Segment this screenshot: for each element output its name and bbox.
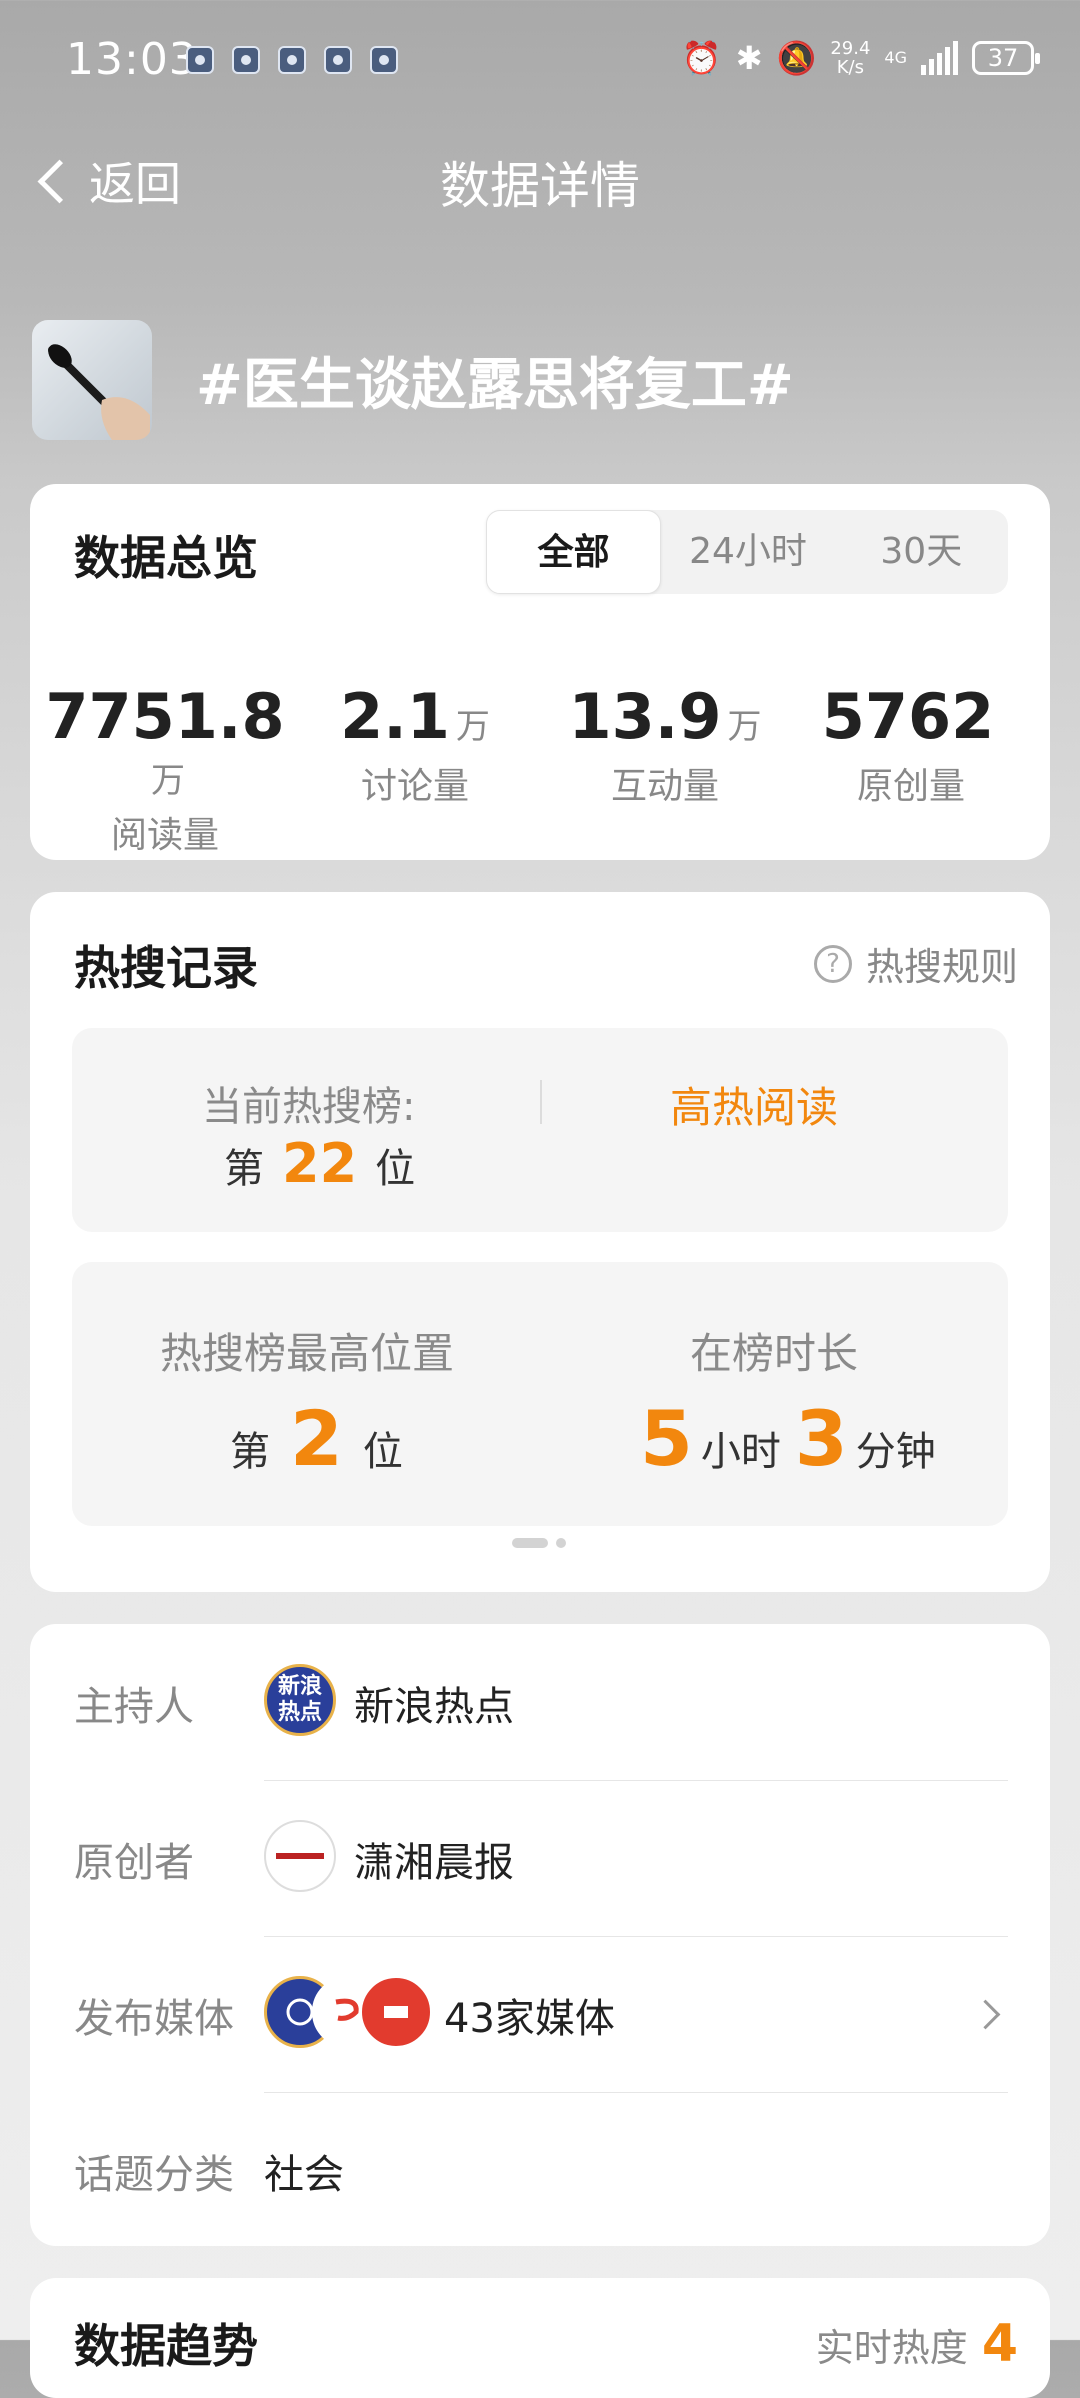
alarm-icon: ⏰: [681, 39, 722, 77]
host-label: 主持人: [74, 1684, 194, 1730]
highest-rank: 第 2 位: [230, 1394, 403, 1483]
rank-suffix: 位: [375, 1146, 416, 1192]
stat-value: 2.1: [340, 680, 450, 753]
hot-search-title: 热搜记录: [74, 941, 258, 995]
rank-prefix: 第: [230, 1429, 270, 1475]
media-label: 发布媒体: [74, 1996, 234, 2042]
stat-label: 阅读量: [110, 815, 219, 856]
highest-rank-value: 2: [290, 1394, 343, 1483]
stat-reads: 7751.8 万 阅读量: [40, 680, 290, 858]
creator-avatar: [264, 1820, 336, 1892]
current-rank-label: 当前热搜榜:: [202, 1084, 416, 1130]
creator-label: 原创者: [74, 1840, 194, 1886]
stat-unit: 万: [455, 707, 490, 747]
app-notification-icon: [186, 46, 214, 74]
divider: [264, 2092, 1008, 2093]
minutes-unit: 分钟: [855, 1429, 936, 1475]
status-time: 13:03: [66, 34, 198, 85]
realtime-value: 4: [981, 2314, 1018, 2374]
rank-prefix: 第: [224, 1146, 264, 1192]
current-rank: 第 22 位: [224, 1132, 415, 1195]
host-name[interactable]: 新浪热点: [354, 1674, 514, 1732]
stat-value: 5762: [821, 680, 995, 753]
stat-unit: 万: [727, 707, 762, 747]
host-avatar: 新浪热点: [264, 1664, 336, 1736]
rank-suffix: 位: [362, 1429, 403, 1475]
app-notification-icon: [324, 46, 352, 74]
pager-dots: [512, 1538, 566, 1548]
network-type: 4G: [884, 48, 907, 67]
stat-value: 7751.8: [45, 680, 285, 753]
media-count[interactable]: 43家媒体: [444, 1986, 615, 2044]
realtime-heat: 实时热度 4: [816, 2314, 1018, 2374]
stat-label: 原创量: [856, 766, 965, 807]
divider: [264, 1936, 1008, 1937]
network-speed: 29.4 K/s: [830, 38, 871, 78]
creator-name[interactable]: 潇湘晨报: [354, 1830, 514, 1888]
tab-all[interactable]: 全部: [486, 510, 662, 594]
hot-search-rules-link[interactable]: ? 热搜规则: [813, 936, 1018, 991]
time-range-tabs: 全部 24小时 30天: [486, 510, 1008, 594]
app-notification-icon: [370, 46, 398, 74]
mute-icon: 🔕: [776, 39, 817, 77]
duration-hours: 5: [640, 1394, 693, 1483]
bluetooth-icon: ✱: [735, 39, 763, 77]
current-rank-value: 22: [282, 1132, 358, 1195]
topic-thumbnail: [32, 320, 152, 440]
app-notification-icon: [278, 46, 306, 74]
duration-label: 在榜时长: [690, 1329, 859, 1378]
highest-rank-label: 热搜榜最高位置: [160, 1329, 455, 1378]
question-icon: ?: [813, 944, 852, 983]
pager-dot-active: [512, 1538, 548, 1548]
category-value: 社会: [264, 2152, 344, 2198]
media-avatar: [360, 1976, 432, 2048]
stat-value: 13.9: [568, 680, 722, 753]
duration: 5 小时 3 分钟: [640, 1394, 936, 1483]
hot-tag: 高热阅读: [670, 1083, 839, 1132]
overview-title: 数据总览: [74, 531, 258, 585]
stat-interactions: 13.9 万 互动量: [540, 680, 790, 809]
stat-originals: 5762 原创量: [786, 680, 1036, 809]
stat-label: 互动量: [610, 766, 719, 807]
pager-dot: [556, 1538, 566, 1548]
trend-title: 数据趋势: [74, 2319, 258, 2373]
hours-unit: 小时: [700, 1429, 781, 1475]
rules-label: 热搜规则: [865, 945, 1018, 989]
page-title: 数据详情: [440, 157, 640, 215]
status-icons: ⏰ ✱ 🔕 29.4 K/s 4G 37: [681, 38, 1040, 78]
duration-minutes: 3: [794, 1394, 848, 1483]
divider: [264, 1780, 1008, 1781]
stat-discussions: 2.1 万 讨论量: [290, 680, 540, 809]
host-avatar-text: 新浪热点: [278, 1674, 323, 1725]
stat-label: 讨论量: [360, 766, 469, 807]
stat-unit: 万: [151, 761, 185, 801]
realtime-label: 实时热度: [815, 2326, 968, 2370]
media-avatars: [264, 1976, 434, 2048]
divider: [540, 1080, 542, 1124]
app-notification-icon: [232, 46, 260, 74]
category-label: 话题分类: [74, 2152, 234, 2198]
topic-title: #医生谈赵露思将复工#: [196, 353, 794, 418]
tab-30d[interactable]: 30天: [835, 510, 1008, 594]
battery-icon: 37: [972, 41, 1040, 75]
signal-icon: [921, 41, 958, 75]
tab-24h[interactable]: 24小时: [661, 510, 834, 594]
